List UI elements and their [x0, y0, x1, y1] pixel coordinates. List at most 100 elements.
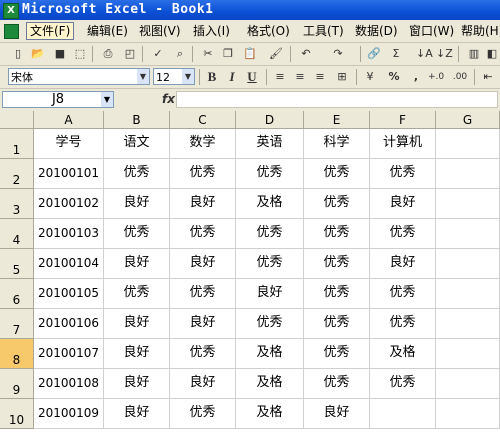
workbook-icon[interactable] — [4, 24, 19, 39]
cell-b7[interactable]: 良好 — [104, 309, 170, 339]
chart-wizard-icon[interactable]: ▥ — [466, 46, 482, 62]
row-header-2[interactable]: 2 — [0, 159, 34, 189]
cell-c7[interactable]: 良好 — [170, 309, 236, 339]
cell-c4[interactable]: 优秀 — [170, 219, 236, 249]
underline-icon[interactable]: U — [244, 69, 260, 85]
column-header-c[interactable]: C — [170, 111, 236, 129]
cell-f6[interactable]: 优秀 — [370, 279, 436, 309]
cell-d6[interactable]: 良好 — [236, 279, 304, 309]
menu-tools[interactable]: 工具(T) — [300, 23, 347, 39]
cell-g5[interactable] — [436, 249, 500, 279]
cell-b1[interactable]: 语文 — [104, 129, 170, 159]
indent-icon[interactable]: ⇤ — [480, 69, 496, 85]
increase-decimal-icon[interactable]: +.0 — [428, 69, 444, 85]
new-icon[interactable]: ▯ — [10, 46, 26, 62]
cell-e1[interactable]: 科学 — [304, 129, 370, 159]
cell-g1[interactable] — [436, 129, 500, 159]
cell-f8[interactable]: 及格 — [370, 339, 436, 369]
select-all-button[interactable] — [0, 111, 34, 129]
cell-g3[interactable] — [436, 189, 500, 219]
cell-c9[interactable]: 良好 — [170, 369, 236, 399]
cell-b9[interactable]: 良好 — [104, 369, 170, 399]
menu-insert[interactable]: 插入(I) — [190, 23, 233, 39]
cell-f7[interactable]: 优秀 — [370, 309, 436, 339]
cell-f4[interactable]: 优秀 — [370, 219, 436, 249]
comma-style-icon[interactable]: , — [408, 69, 424, 85]
cell-f2[interactable]: 优秀 — [370, 159, 436, 189]
font-size-combo[interactable]: 12 ▼ — [153, 68, 195, 85]
cell-c6[interactable]: 优秀 — [170, 279, 236, 309]
cut-icon[interactable]: ✂ — [200, 46, 216, 62]
cell-e7[interactable]: 优秀 — [304, 309, 370, 339]
cell-a4[interactable]: 20100103 — [34, 219, 104, 249]
sort-descending-icon[interactable]: ↓Z — [436, 46, 453, 62]
cell-g2[interactable] — [436, 159, 500, 189]
menu-file[interactable]: 文件(F) — [26, 22, 75, 40]
column-header-e[interactable]: E — [304, 111, 370, 129]
cell-a9[interactable]: 20100108 — [34, 369, 104, 399]
print-preview-icon[interactable]: ◰ — [122, 46, 138, 62]
cell-d9[interactable]: 及格 — [236, 369, 304, 399]
align-left-icon[interactable]: ≡ — [272, 69, 288, 85]
cell-a6[interactable]: 20100105 — [34, 279, 104, 309]
bold-icon[interactable]: B — [204, 69, 220, 85]
align-right-icon[interactable]: ≡ — [312, 69, 328, 85]
formula-input[interactable] — [176, 91, 498, 108]
permission-icon[interactable]: ⬚ — [72, 46, 88, 62]
row-header-1[interactable]: 1 — [0, 129, 34, 159]
row-header-5[interactable]: 5 — [0, 249, 34, 279]
redo-icon[interactable]: ↷ — [330, 46, 346, 62]
cell-c2[interactable]: 优秀 — [170, 159, 236, 189]
copy-icon[interactable]: ❐ — [220, 46, 236, 62]
print-icon[interactable]: ⎙ — [100, 46, 116, 62]
row-header-10[interactable]: 10 — [0, 399, 34, 429]
cell-d10[interactable]: 及格 — [236, 399, 304, 429]
cell-d5[interactable]: 优秀 — [236, 249, 304, 279]
row-header-9[interactable]: 9 — [0, 369, 34, 399]
cell-c10[interactable]: 优秀 — [170, 399, 236, 429]
chevron-down-icon[interactable]: ▼ — [137, 69, 149, 84]
decrease-decimal-icon[interactable]: .00 — [452, 69, 468, 85]
column-header-f[interactable]: F — [370, 111, 436, 129]
cell-f3[interactable]: 良好 — [370, 189, 436, 219]
cell-b8[interactable]: 良好 — [104, 339, 170, 369]
cell-e10[interactable]: 良好 — [304, 399, 370, 429]
row-header-6[interactable]: 6 — [0, 279, 34, 309]
cell-f5[interactable]: 良好 — [370, 249, 436, 279]
currency-icon[interactable]: ¥ — [362, 69, 378, 85]
cell-a1[interactable]: 学号 — [34, 129, 104, 159]
menu-edit[interactable]: 编辑(E) — [84, 23, 131, 39]
row-header-3[interactable]: 3 — [0, 189, 34, 219]
row-header-4[interactable]: 4 — [0, 219, 34, 249]
row-header-8[interactable]: 8 — [0, 339, 34, 369]
cell-g9[interactable] — [436, 369, 500, 399]
cell-b6[interactable]: 优秀 — [104, 279, 170, 309]
cell-c3[interactable]: 良好 — [170, 189, 236, 219]
align-center-icon[interactable]: ≡ — [292, 69, 308, 85]
merge-center-icon[interactable]: ⊞ — [334, 69, 350, 85]
cell-a7[interactable]: 20100106 — [34, 309, 104, 339]
name-box[interactable]: J8 ▼ — [2, 91, 114, 108]
save-icon[interactable]: ■ — [52, 46, 68, 62]
menu-format[interactable]: 格式(O) — [244, 23, 293, 39]
column-header-a[interactable]: A — [34, 111, 104, 129]
cell-d4[interactable]: 优秀 — [236, 219, 304, 249]
column-header-d[interactable]: D — [236, 111, 304, 129]
percent-style-icon[interactable]: % — [386, 69, 402, 85]
column-header-b[interactable]: B — [104, 111, 170, 129]
open-icon[interactable]: 📂 — [30, 46, 46, 62]
sort-ascending-icon[interactable]: ↓A — [416, 46, 433, 62]
cell-d7[interactable]: 优秀 — [236, 309, 304, 339]
cell-d1[interactable]: 英语 — [236, 129, 304, 159]
row-header-7[interactable]: 7 — [0, 309, 34, 339]
cell-a10[interactable]: 20100109 — [34, 399, 104, 429]
chevron-down-icon[interactable]: ▼ — [101, 92, 113, 107]
format-painter-icon[interactable]: 🖌 — [268, 46, 284, 62]
cell-g10[interactable] — [436, 399, 500, 429]
font-name-combo[interactable]: 宋体 ▼ — [8, 68, 150, 85]
cell-f1[interactable]: 计算机 — [370, 129, 436, 159]
cell-c8[interactable]: 优秀 — [170, 339, 236, 369]
cell-c1[interactable]: 数学 — [170, 129, 236, 159]
cell-d8[interactable]: 及格 — [236, 339, 304, 369]
cell-g4[interactable] — [436, 219, 500, 249]
